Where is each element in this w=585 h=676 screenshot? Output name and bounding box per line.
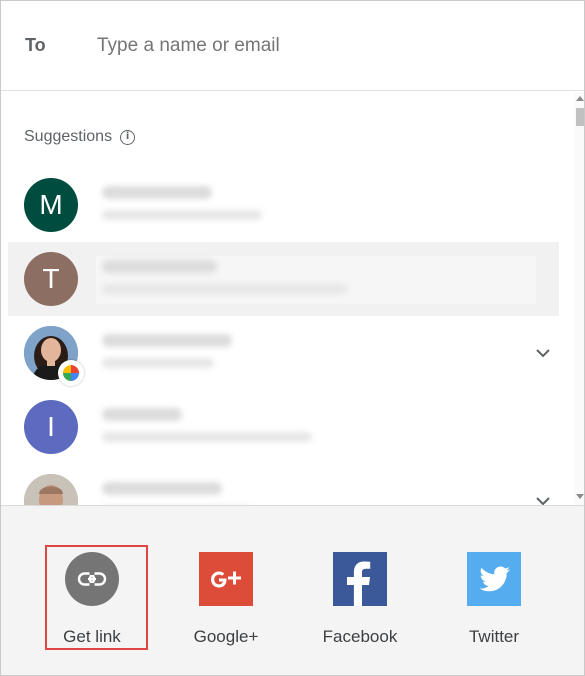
contact-details-redacted [96, 256, 536, 304]
avatar-initial: M [39, 189, 63, 220]
contact-details-redacted [96, 478, 536, 505]
contact-suggestion[interactable] [8, 316, 559, 390]
facebook-label: Facebook [322, 627, 398, 646]
suggestions-header: Suggestions i [24, 128, 136, 146]
contact-details-redacted [96, 330, 536, 378]
info-icon[interactable]: i [120, 129, 136, 145]
contact-suggestion[interactable]: I [8, 390, 559, 464]
avatar: M [24, 178, 78, 232]
scroll-up-arrow-icon[interactable] [576, 96, 584, 101]
avatar: T [24, 252, 78, 306]
google-plus-label: Google+ [193, 627, 259, 646]
contact-details-redacted [96, 182, 536, 230]
scrollbar[interactable] [574, 92, 584, 505]
contact-suggestion[interactable] [8, 464, 559, 505]
twitter-label: Twitter [468, 627, 520, 646]
avatar-initial: I [47, 411, 55, 442]
facebook-share-button[interactable]: Facebook [305, 551, 415, 651]
google-photos-icon [58, 360, 84, 386]
twitter-share-button[interactable]: Twitter [439, 551, 549, 651]
avatar-initial: T [42, 263, 60, 294]
recipient-row: To [1, 1, 584, 91]
suggestions-list: Suggestions i M T I [1, 92, 574, 505]
to-label: To [25, 35, 46, 55]
contact-details-redacted [96, 404, 536, 452]
suggestions-title: Suggestions [24, 128, 113, 145]
facebook-icon [333, 552, 387, 606]
contact-suggestion[interactable]: M [8, 168, 559, 242]
chevron-down-icon[interactable] [533, 491, 553, 505]
share-dialog: To Suggestions i M T [0, 0, 585, 676]
contact-suggestion[interactable]: T [8, 242, 559, 316]
share-options-bar: Get link Google+ Facebook Twitter [1, 505, 584, 675]
scroll-down-arrow-icon[interactable] [576, 494, 584, 499]
recipient-input[interactable] [97, 29, 557, 63]
chevron-down-icon[interactable] [533, 343, 553, 363]
scroll-thumb[interactable] [576, 108, 584, 126]
avatar: I [24, 400, 78, 454]
selection-highlight-box [45, 545, 148, 650]
twitter-icon [467, 552, 521, 606]
google-plus-share-button[interactable]: Google+ [171, 551, 281, 651]
avatar-photo [24, 474, 78, 505]
google-plus-icon [199, 552, 253, 606]
